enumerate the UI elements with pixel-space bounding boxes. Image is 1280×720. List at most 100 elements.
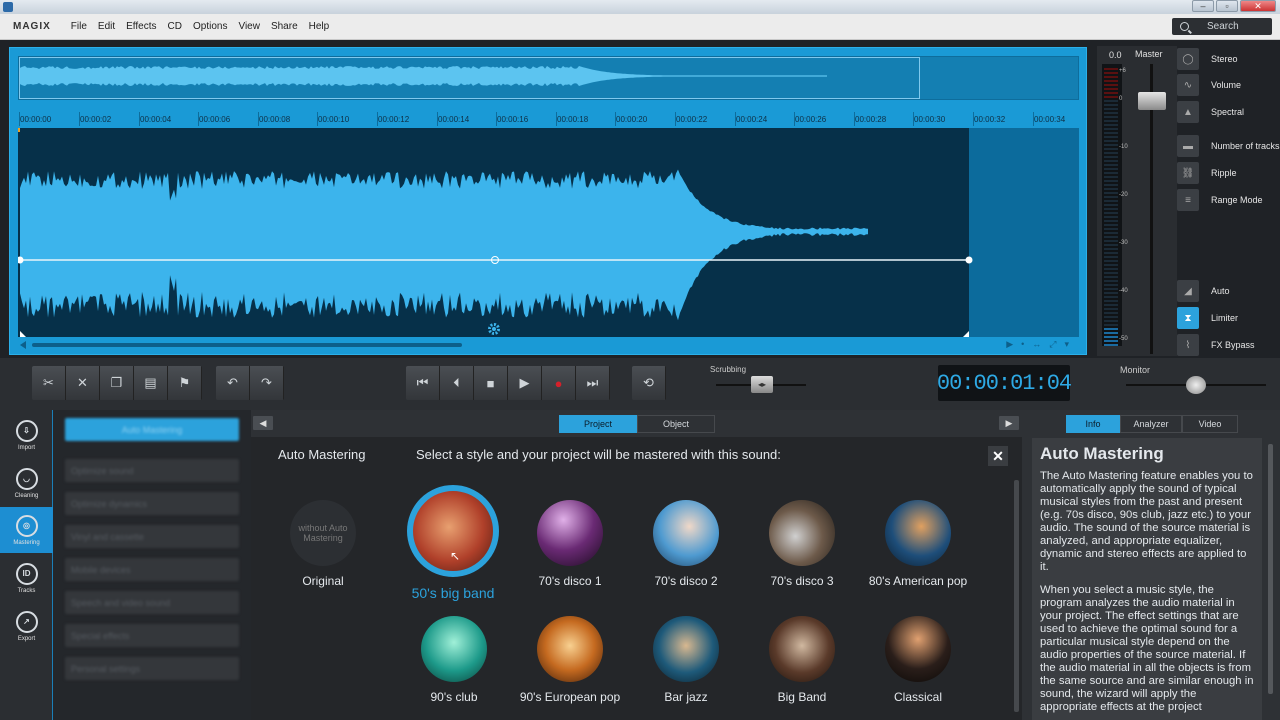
- side-item-limiter[interactable]: ⧗ Limiter: [1177, 307, 1238, 329]
- meter-segment: [1104, 252, 1118, 254]
- dot-icon[interactable]: •: [1021, 339, 1024, 350]
- side-item-fx-bypass[interactable]: ⌇ FX Bypass: [1177, 334, 1255, 356]
- menu-share[interactable]: Share: [271, 21, 298, 32]
- delete-icon[interactable]: ✕: [66, 366, 100, 400]
- meter-segment: [1104, 100, 1118, 102]
- marker-flag-icon[interactable]: ⚑: [168, 366, 202, 400]
- maximize-icon[interactable]: ▫: [1216, 0, 1238, 12]
- record-icon[interactable]: ●: [542, 366, 576, 400]
- center-scrollbar[interactable]: [1014, 480, 1019, 712]
- side-item-spectral[interactable]: ▲ Spectral: [1177, 101, 1244, 123]
- menu-view[interactable]: View: [238, 21, 260, 32]
- style-classical[interactable]: Classical: [858, 616, 978, 704]
- style-original[interactable]: without Auto Mastering Original: [263, 500, 383, 588]
- tab-info[interactable]: Info: [1066, 415, 1120, 433]
- side-item-stereo[interactable]: ◯ Stereo: [1177, 48, 1238, 70]
- auto-icon: ◢: [1177, 280, 1199, 302]
- menu-edit[interactable]: Edit: [98, 21, 115, 32]
- side-item-volume[interactable]: ∿ Volume: [1177, 74, 1241, 96]
- menu-file[interactable]: File: [71, 21, 87, 32]
- style-90s-club[interactable]: 90's club: [394, 616, 514, 704]
- category-item[interactable]: Optimize sound: [65, 459, 239, 482]
- style-80s-american-pop[interactable]: 80's American pop: [858, 500, 978, 588]
- style-70s-disco-2[interactable]: 70's disco 2: [626, 500, 746, 588]
- style-50s-big-band[interactable]: 50's big band: [393, 485, 513, 601]
- category-item[interactable]: Speech and video sound: [65, 591, 239, 614]
- meter-scale-label: -20: [1119, 192, 1128, 198]
- master-fader-knob[interactable]: [1138, 92, 1166, 110]
- horizontal-scrollbar[interactable]: ▶ • ↔ ⤢ ▾: [18, 338, 1079, 352]
- window-close-icon[interactable]: ✕: [1240, 0, 1276, 12]
- category-item[interactable]: Vinyl and cassette: [65, 525, 239, 548]
- category-item[interactable]: Special effects: [65, 624, 239, 647]
- side-item-ripple[interactable]: ⛓ Ripple: [1177, 162, 1237, 184]
- fade-out-handle[interactable]: [963, 331, 969, 337]
- dropdown-icon[interactable]: ▾: [1064, 339, 1069, 350]
- scrubbing-knob[interactable]: ◂▸: [751, 376, 773, 393]
- tab-video[interactable]: Video: [1182, 415, 1238, 433]
- skip-to-end-icon[interactable]: ⏭: [576, 366, 610, 400]
- meter-segment: [1104, 76, 1118, 78]
- copy-icon[interactable]: ❐: [100, 366, 134, 400]
- prev-panel-icon[interactable]: ◀: [253, 416, 273, 430]
- overview-viewport[interactable]: [19, 57, 920, 99]
- side-item-range-mode[interactable]: ≡ Range Mode: [1177, 189, 1263, 211]
- nav-export[interactable]: ↗ Export: [0, 603, 53, 649]
- fullscreen-icon[interactable]: ⤢: [1049, 339, 1056, 350]
- side-item-number-of-tracks[interactable]: ▬ Number of tracks: [1177, 135, 1280, 157]
- style-bar-jazz[interactable]: Bar jazz: [626, 616, 746, 704]
- next-panel-icon[interactable]: ▶: [999, 416, 1019, 430]
- nav-tracks[interactable]: ID Tracks: [0, 555, 53, 601]
- menu-cd[interactable]: CD: [168, 21, 182, 32]
- scroll-left-icon[interactable]: [20, 341, 26, 349]
- object-gear-icon[interactable]: [488, 323, 500, 335]
- category-item[interactable]: Mobile devices: [65, 558, 239, 581]
- previous-icon[interactable]: ⏴: [440, 366, 474, 400]
- nav-mastering[interactable]: ◎ Mastering: [0, 507, 53, 553]
- meter-segment: [1104, 336, 1118, 338]
- fade-in-handle[interactable]: [20, 331, 26, 337]
- tab-project[interactable]: Project: [559, 415, 637, 433]
- monitor-knob[interactable]: [1186, 376, 1206, 394]
- scroll-thumb[interactable]: [32, 343, 462, 347]
- playhead-marker[interactable]: [18, 128, 20, 132]
- tab-analyzer[interactable]: Analyzer: [1120, 415, 1182, 433]
- close-icon[interactable]: ✕: [988, 446, 1008, 466]
- style-big-band[interactable]: Big Band: [742, 616, 862, 704]
- ruler-tick: 00:00:02: [78, 112, 112, 126]
- minimize-icon[interactable]: –: [1192, 0, 1214, 12]
- undo-icon[interactable]: ↶: [216, 366, 250, 400]
- category-item[interactable]: Optimize dynamics: [65, 492, 239, 515]
- main-waveform[interactable]: [18, 128, 1079, 337]
- nav-import[interactable]: ⇩ Import: [0, 412, 53, 458]
- search-input[interactable]: Search: [1172, 18, 1272, 35]
- nav-cleaning[interactable]: ◡ Cleaning: [0, 460, 53, 506]
- redo-icon[interactable]: ↷: [250, 366, 284, 400]
- waveform-editor[interactable]: 00:00:00 00:00:02 00:00:04 00:00:06 00:0…: [9, 47, 1087, 355]
- meter-segment: [1104, 272, 1118, 274]
- menu-options[interactable]: Options: [193, 21, 227, 32]
- style-70s-disco-1[interactable]: 70's disco 1: [510, 500, 630, 588]
- category-auto-mastering[interactable]: Auto Mastering: [65, 418, 239, 441]
- menu-effects[interactable]: Effects: [126, 21, 156, 32]
- play-right-icon[interactable]: ▶: [1006, 339, 1013, 350]
- style-90s-european-pop[interactable]: 90's European pop: [510, 616, 630, 704]
- cut-icon[interactable]: ✂: [32, 366, 66, 400]
- overview-waveform[interactable]: [18, 56, 1079, 100]
- tab-object[interactable]: Object: [637, 415, 715, 433]
- skip-to-start-icon[interactable]: ⏮: [406, 366, 440, 400]
- style-70s-disco-3[interactable]: 70's disco 3: [742, 500, 862, 588]
- stop-icon[interactable]: ■: [474, 366, 508, 400]
- side-item-auto[interactable]: ◢ Auto: [1177, 280, 1230, 302]
- menu-help[interactable]: Help: [309, 21, 330, 32]
- play-icon[interactable]: ▶: [508, 366, 542, 400]
- paste-icon[interactable]: ▤: [134, 366, 168, 400]
- time-ruler[interactable]: 00:00:00 00:00:02 00:00:04 00:00:06 00:0…: [18, 112, 1079, 128]
- volume-handle-right[interactable]: [965, 256, 973, 264]
- loop-icon[interactable]: ⟲: [632, 366, 666, 400]
- meter-scale-label: +6: [1119, 68, 1126, 74]
- side-label: Ripple: [1211, 168, 1237, 178]
- category-item[interactable]: Personal settings: [65, 657, 239, 680]
- zoom-fit-icon[interactable]: ↔: [1032, 339, 1041, 350]
- info-scrollbar[interactable]: [1268, 444, 1273, 694]
